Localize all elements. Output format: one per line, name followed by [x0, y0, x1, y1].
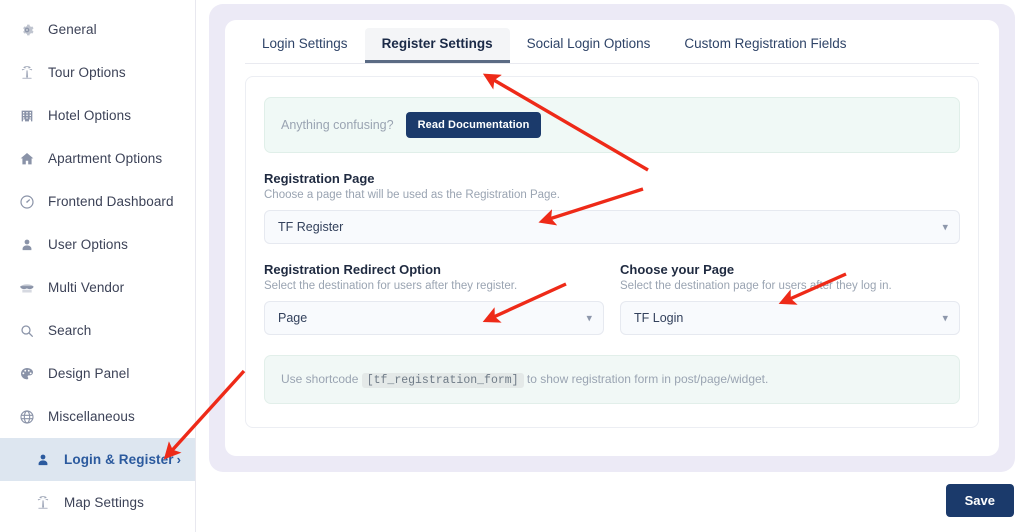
- user-icon: [18, 236, 35, 253]
- save-button[interactable]: Save: [945, 484, 1014, 517]
- chevron-down-icon: ▾: [942, 312, 948, 325]
- chevron-right-icon[interactable]: ›: [177, 452, 181, 467]
- gear-icon: [18, 21, 35, 38]
- shortcode-prefix: Use shortcode: [281, 372, 359, 386]
- sidebar-item-label: Multi Vendor: [48, 280, 125, 295]
- choose-page-help: Select the destination page for users af…: [620, 280, 892, 292]
- shortcode-code: [tf_registration_form]: [361, 373, 524, 388]
- read-documentation-button[interactable]: Read Documentation: [405, 112, 542, 138]
- settings-shell: Login Settings Register Settings Social Lo…: [209, 4, 1015, 472]
- redirect-option-label: Registration Redirect Option: [264, 262, 441, 277]
- registration-page-value: TF Register: [278, 220, 344, 234]
- hotel-icon: [18, 107, 35, 124]
- choose-page-value: TF Login: [634, 311, 684, 325]
- home-icon: [18, 150, 35, 167]
- registration-page-help: Choose a page that will be used as the R…: [264, 189, 560, 201]
- registration-page-label: Registration Page: [264, 171, 375, 186]
- sidebar-item-login-register[interactable]: Login & Register ›: [0, 438, 195, 481]
- palette-icon: [18, 365, 35, 382]
- sidebar-item-label: Miscellaneous: [48, 409, 135, 424]
- choose-page-field: Choose your Page Select the destination …: [620, 262, 960, 335]
- sidebar-item-label: User Options: [48, 237, 128, 252]
- app-root: General Tour Options Hotel Options Apartmen…: [0, 0, 1024, 532]
- redirect-option-field: Registration Redirect Option Select the …: [264, 262, 604, 335]
- chevron-down-icon: ▾: [586, 312, 592, 325]
- sidebar-item-frontend-dashboard[interactable]: Frontend Dashboard: [0, 180, 195, 223]
- sidebar-item-label: General: [48, 22, 97, 37]
- tab-login-settings[interactable]: Login Settings: [245, 28, 365, 63]
- redirect-option-value: Page: [278, 311, 308, 325]
- sidebar-item-label: Map Settings: [64, 495, 144, 510]
- registration-page-field: Registration Page Choose a page that wil…: [264, 171, 960, 244]
- sidebar-item-search[interactable]: Search: [0, 309, 195, 352]
- registration-page-select[interactable]: TF Register ▾: [264, 210, 960, 244]
- search-icon: [18, 322, 35, 339]
- sidebar-item-apartment-options[interactable]: Apartment Options: [0, 137, 195, 180]
- register-settings-panel: Anything confusing? Read Documentation R…: [245, 76, 979, 428]
- store-icon: [18, 279, 35, 296]
- documentation-notice: Anything confusing? Read Documentation: [264, 97, 960, 153]
- palm-tree-icon: [34, 494, 51, 511]
- palm-tree-icon: [18, 64, 35, 81]
- sidebar-item-miscellaneous[interactable]: Miscellaneous: [0, 395, 195, 438]
- sidebar-item-multi-vendor[interactable]: Multi Vendor: [0, 266, 195, 309]
- sidebar-item-label: Tour Options: [48, 65, 126, 80]
- tab-social-login-options[interactable]: Social Login Options: [510, 28, 668, 63]
- chevron-down-icon: ▾: [942, 221, 948, 234]
- sidebar-item-hotel-options[interactable]: Hotel Options: [0, 94, 195, 137]
- notice-text: Anything confusing?: [281, 118, 394, 132]
- sidebar-item-label: Search: [48, 323, 92, 338]
- sidebar-item-label: Frontend Dashboard: [48, 194, 174, 209]
- settings-card: Login Settings Register Settings Social Lo…: [225, 20, 999, 456]
- tab-bar: Login Settings Register Settings Social Lo…: [245, 20, 979, 64]
- gauge-icon: [18, 193, 35, 210]
- choose-page-select[interactable]: TF Login ▾: [620, 301, 960, 335]
- sidebar-item-user-options[interactable]: User Options: [0, 223, 195, 266]
- sidebar: General Tour Options Hotel Options Apartmen…: [0, 0, 196, 532]
- sidebar-item-tour-options[interactable]: Tour Options: [0, 51, 195, 94]
- choose-page-label: Choose your Page: [620, 262, 735, 277]
- two-column-row: Registration Redirect Option Select the …: [264, 262, 960, 335]
- sidebar-item-design-panel[interactable]: Design Panel: [0, 352, 195, 395]
- redirect-option-select[interactable]: Page ▾: [264, 301, 604, 335]
- shortcode-suffix: to show registration form in post/page/w…: [526, 372, 769, 386]
- sidebar-item-label: Design Panel: [48, 366, 130, 381]
- sidebar-item-map-settings[interactable]: Map Settings: [0, 481, 195, 524]
- tab-custom-registration-fields[interactable]: Custom Registration Fields: [667, 28, 863, 63]
- sidebar-item-label: Apartment Options: [48, 151, 163, 166]
- globe-icon: [18, 408, 35, 425]
- sidebar-item-label: Hotel Options: [48, 108, 132, 123]
- user-icon: [34, 451, 51, 468]
- tab-register-settings[interactable]: Register Settings: [364, 28, 510, 63]
- sidebar-item-general[interactable]: General: [0, 8, 195, 51]
- redirect-option-help: Select the destination for users after t…: [264, 280, 518, 292]
- sidebar-item-label: Login & Register: [64, 452, 174, 467]
- shortcode-notice: Use shortcode [tf_registration_form] to …: [264, 355, 960, 404]
